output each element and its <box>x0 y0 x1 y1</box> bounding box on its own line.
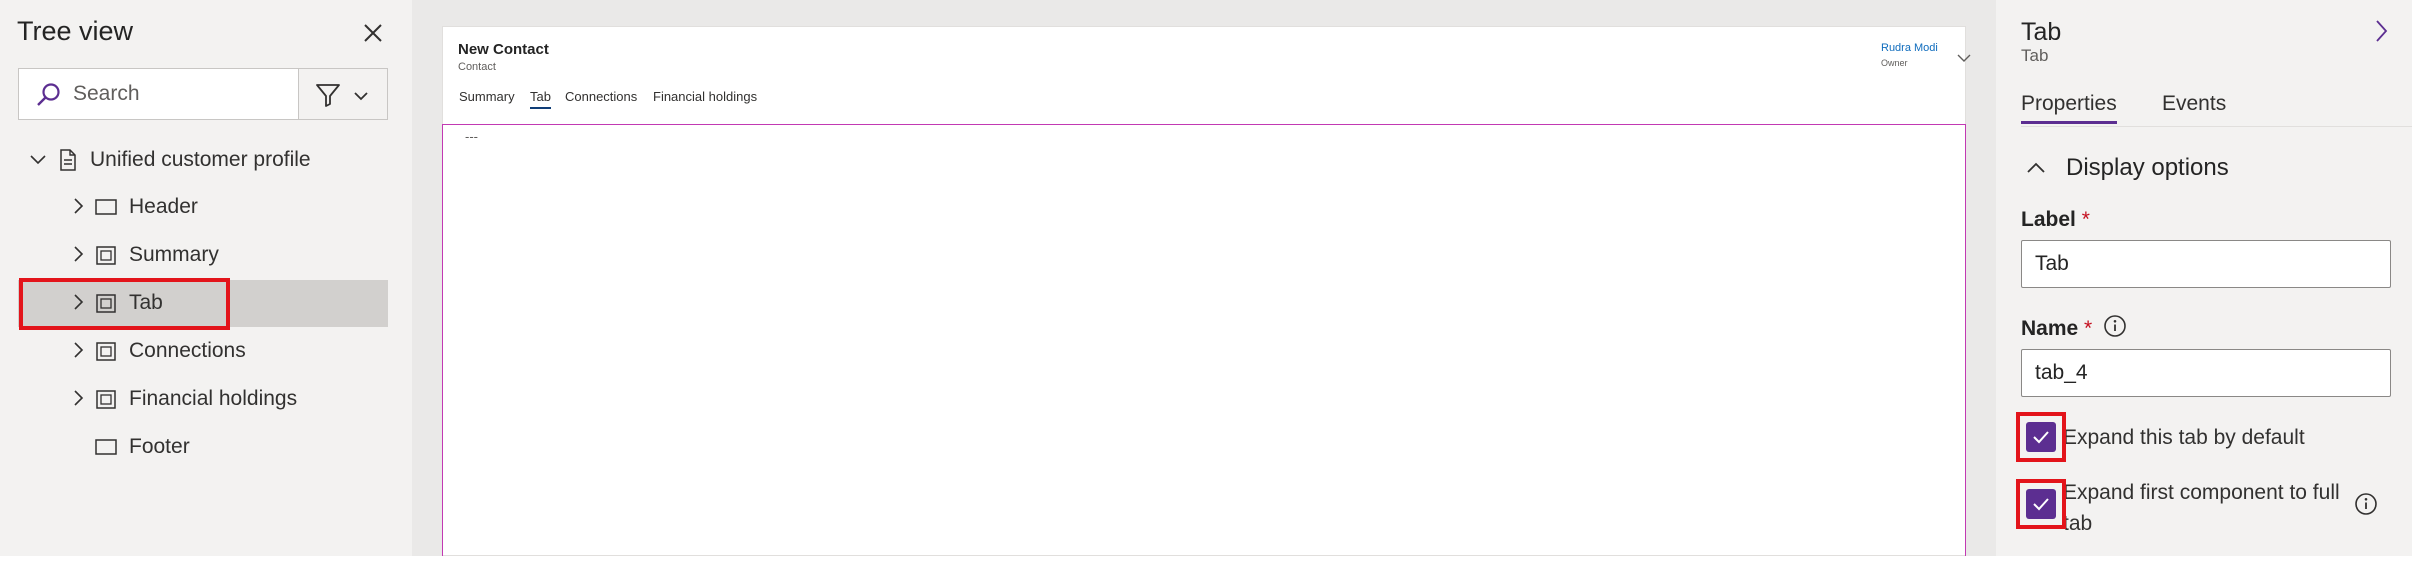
form-tab-tab[interactable]: Tab <box>530 89 551 109</box>
tree-view-panel: Tree view Search Unified customer profil… <box>0 0 412 556</box>
chevron-right-icon[interactable] <box>68 388 88 408</box>
label-input[interactable] <box>2021 240 2391 288</box>
name-field-text: Name <box>2021 317 2079 340</box>
tree-item-summary[interactable]: Summary <box>18 232 388 279</box>
form-tab-financial-holdings[interactable]: Financial holdings <box>653 89 757 104</box>
chevron-down-icon <box>354 92 368 101</box>
form-tab-connections[interactable]: Connections <box>565 89 637 104</box>
search-input[interactable] <box>73 79 283 109</box>
app-window: Tree view Search Unified customer profil… <box>0 0 2412 570</box>
tree-item-tab[interactable]: Tab <box>18 280 388 327</box>
search-icon <box>37 83 60 106</box>
chevron-up-icon <box>2027 162 2045 173</box>
checkmark-icon <box>2033 498 2049 511</box>
chevron-down-icon[interactable] <box>28 149 48 169</box>
chevron-right-icon[interactable] <box>2368 18 2394 44</box>
chevron-right-icon[interactable] <box>68 340 88 360</box>
chevron-right-icon[interactable] <box>68 196 88 216</box>
close-icon[interactable] <box>358 18 388 48</box>
tree-item-label: Header <box>129 195 198 218</box>
info-icon[interactable] <box>2103 314 2127 338</box>
checkmark-icon <box>2033 431 2049 444</box>
chevron-right-icon[interactable] <box>68 292 88 312</box>
tree-view-title: Tree view <box>17 16 134 46</box>
tab-content-area[interactable]: --- <box>442 124 1966 558</box>
owner-role: Owner <box>1881 58 1908 68</box>
expand-component-checkbox[interactable] <box>2026 489 2056 519</box>
tree-item-label: Summary <box>129 243 219 266</box>
form-preview: New Contact Contact Rudra Modi Owner Sum… <box>442 26 1971 558</box>
tab-icon <box>96 390 116 409</box>
label-field-text: Label <box>2021 208 2076 231</box>
search-box <box>18 68 298 120</box>
form-title: New Contact <box>458 41 549 58</box>
tree-item-label: Footer <box>129 435 190 458</box>
tab-icon <box>96 246 116 265</box>
tree-item-header[interactable]: Header <box>18 184 388 231</box>
chevron-down-icon[interactable] <box>1955 49 1973 67</box>
owner-name[interactable]: Rudra Modi <box>1881 42 1938 54</box>
tab-events[interactable]: Events <box>2162 92 2226 116</box>
document-icon <box>60 149 76 171</box>
label-field-label: Label * <box>2021 208 2090 232</box>
tree-item-connections[interactable]: Connections <box>18 328 388 375</box>
filter-icon <box>316 84 340 107</box>
form-tab-summary[interactable]: Summary <box>459 89 515 104</box>
tree-root-label: Unified customer profile <box>90 148 311 171</box>
tab-placeholder: --- <box>465 129 478 144</box>
form-subtitle: Contact <box>458 61 496 73</box>
tab-icon <box>96 342 116 361</box>
properties-subtitle: Tab <box>2021 46 2049 65</box>
tab-icon <box>96 294 116 313</box>
tab-properties[interactable]: Properties <box>2021 92 2117 124</box>
rectangle-icon <box>95 199 117 215</box>
filter-button[interactable] <box>298 68 388 120</box>
section-title: Display options <box>2066 154 2229 181</box>
name-input[interactable] <box>2021 349 2391 397</box>
properties-panel: Tab Tab Properties Events Display option… <box>1996 0 2412 556</box>
rectangle-icon <box>95 439 117 455</box>
properties-title: Tab <box>2021 18 2062 46</box>
expand-tab-label[interactable]: Expand this tab by default <box>2063 422 2305 453</box>
chevron-right-icon[interactable] <box>68 244 88 264</box>
required-mark: * <box>2084 317 2093 340</box>
expand-component-label[interactable]: Expand first component to full tab <box>2063 477 2353 539</box>
bottom-strip <box>0 556 2412 570</box>
form-canvas: New Contact Contact Rudra Modi Owner Sum… <box>412 0 1996 558</box>
tree-item-label: Financial holdings <box>129 387 298 410</box>
tree-root-row[interactable]: Unified customer profile <box>18 137 388 184</box>
tab-divider <box>2021 126 2412 127</box>
tree-item-financial-holdings[interactable]: Financial holdings <box>18 376 388 423</box>
tree-item-label: Connections <box>129 339 246 362</box>
expand-tab-checkbox[interactable] <box>2026 422 2056 452</box>
name-field-label: Name * <box>2021 317 2092 341</box>
info-icon[interactable] <box>2354 492 2378 516</box>
display-options-header[interactable]: Display options <box>2024 150 2384 190</box>
tree-item-footer[interactable]: Footer <box>18 424 388 471</box>
tree-item-label: Tab <box>129 291 163 314</box>
required-mark: * <box>2081 208 2090 231</box>
